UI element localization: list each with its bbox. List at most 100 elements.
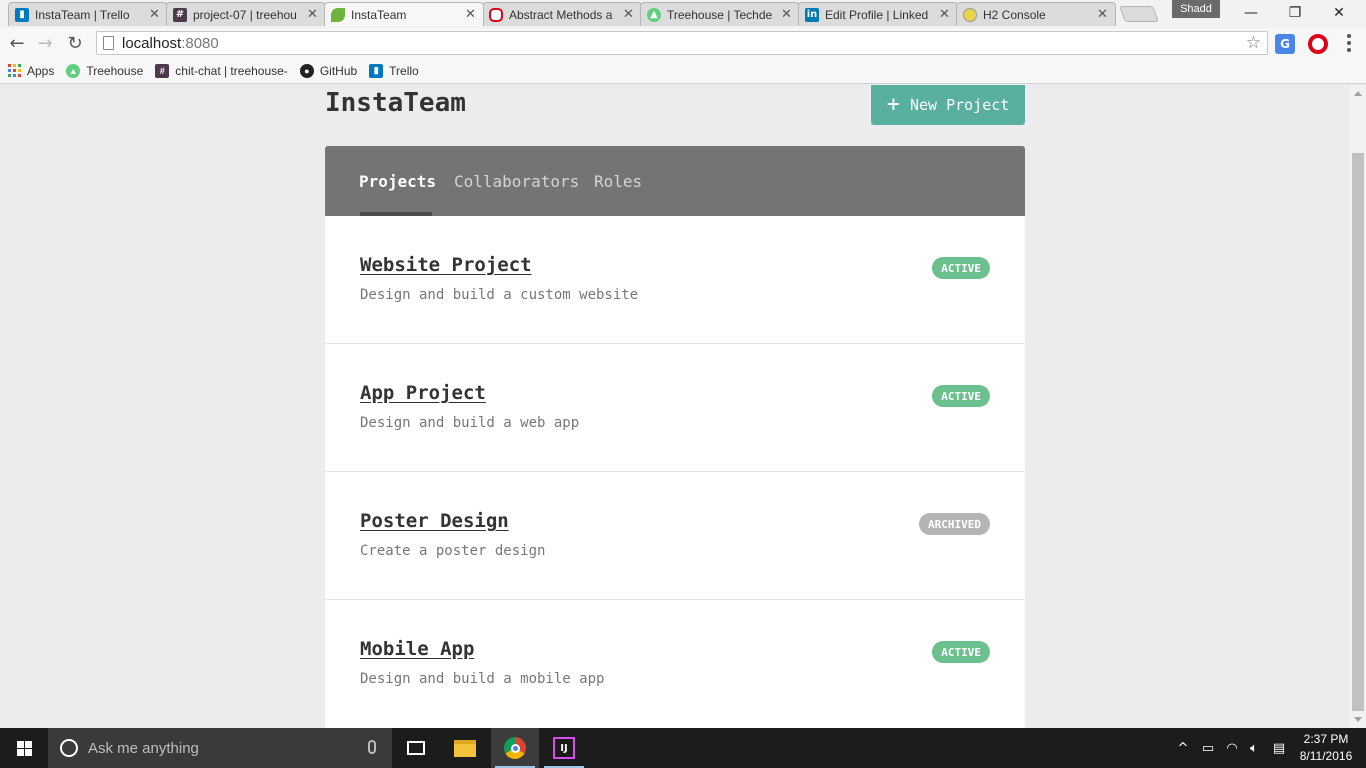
close-icon[interactable]: ✕ [307, 7, 319, 22]
projects-card: Projects Collaborators Roles Website Pro… [325, 146, 1025, 728]
start-button[interactable] [0, 728, 48, 768]
minimize-icon[interactable]: — [1228, 0, 1274, 26]
bookmark-label: chit-chat | treehouse- [175, 63, 288, 78]
trello-icon: ▮ [15, 7, 29, 22]
bookmark-label: Apps [27, 63, 55, 78]
status-badge: ARCHIVED [919, 513, 990, 535]
page-viewport: InstaTeam + New Project Projects Collabo… [0, 85, 1350, 728]
oracle-icon [489, 7, 503, 22]
bookmark-label: Trello [389, 63, 419, 78]
browser-tab[interactable]: in Edit Profile | Linked ✕ [798, 2, 958, 26]
volume-icon[interactable]: 🔈︎ [1244, 728, 1264, 768]
tab-collaborators[interactable]: Collaborators [454, 172, 579, 191]
project-row: Poster Design Create a poster design ARC… [325, 472, 1025, 600]
browser-tabstrip: ▮ InstaTeam | Trello ✕ # project-07 | tr… [0, 0, 1366, 28]
new-project-label: New Project [909, 96, 1010, 114]
bookmark-github[interactable]: ● GitHub [299, 63, 357, 78]
tab-projects[interactable]: Projects [359, 172, 436, 191]
app-brand[interactable]: InstaTeam [325, 88, 466, 118]
apps-grid-icon [8, 64, 21, 77]
github-icon: ● [299, 63, 314, 78]
project-description: Create a poster design [360, 543, 546, 559]
google-translate-icon[interactable]: G [1275, 34, 1295, 54]
chrome-icon[interactable] [491, 728, 539, 768]
bookmark-treehouse[interactable]: ▲ Treehouse [66, 63, 144, 78]
status-badge: ACTIVE [932, 257, 990, 279]
scroll-down-icon[interactable] [1354, 717, 1362, 722]
close-icon[interactable]: ✕ [465, 7, 477, 22]
taskbar-clock[interactable]: 2:37 PM 8/11/2016 [1296, 731, 1356, 765]
close-icon[interactable]: ✕ [939, 7, 951, 22]
browser-tab-active[interactable]: InstaTeam ✕ [324, 2, 484, 26]
scroll-up-icon[interactable] [1354, 91, 1362, 96]
task-view-icon[interactable] [392, 728, 440, 768]
project-name-link[interactable]: Mobile App [360, 638, 474, 660]
browser-tab[interactable]: Abstract Methods a ✕ [482, 2, 642, 26]
tab-title: Edit Profile | Linked [825, 7, 929, 22]
page-scrollbar[interactable] [1350, 85, 1366, 728]
bookmark-chit-chat[interactable]: # chit-chat | treehouse- [155, 63, 288, 78]
browser-tab[interactable]: # project-07 | treehou ✕ [166, 2, 326, 26]
browser-toolbar: ← → ↻ localhost :8080 ☆ G [0, 28, 1366, 58]
windows-taskbar: Ask me anything IJ ^ ▭ ◠ 🔈︎ 2:37 PM 8/11… [0, 728, 1366, 768]
close-icon[interactable]: ✕ [781, 7, 793, 22]
project-row: Website Project Design and build a custo… [325, 216, 1025, 344]
close-window-icon[interactable]: ✕ [1316, 0, 1362, 26]
tab-roles[interactable]: Roles [594, 172, 642, 191]
project-name-link[interactable]: Poster Design [360, 510, 509, 532]
bookmarks-bar: Apps ▲ Treehouse # chit-chat | treehouse… [0, 58, 1366, 84]
restore-icon[interactable]: ❐ [1272, 0, 1318, 26]
page-icon [103, 36, 114, 50]
close-icon[interactable]: ✕ [149, 7, 161, 22]
plus-icon: + [886, 92, 900, 117]
status-badge: ACTIVE [932, 385, 990, 407]
microphone-icon[interactable] [368, 740, 376, 754]
forward-arrow-icon[interactable]: → [34, 32, 56, 54]
nav-tabs: Projects Collaborators Roles [325, 146, 1025, 216]
project-name-link[interactable]: Website Project [360, 254, 532, 276]
wifi-icon[interactable]: ◠ [1222, 728, 1242, 768]
search-placeholder: Ask me anything [88, 739, 199, 757]
spring-leaf-icon [331, 7, 345, 22]
back-arrow-icon[interactable]: ← [6, 32, 28, 54]
treehouse-icon: ▲ [66, 63, 81, 78]
taskbar-search[interactable]: Ask me anything [48, 728, 392, 768]
tab-title: InstaTeam [351, 7, 407, 22]
clock-date: 8/11/2016 [1299, 749, 1353, 763]
new-tab-button[interactable] [1119, 6, 1159, 22]
close-icon[interactable]: ✕ [1097, 7, 1109, 22]
project-description: Design and build a custom website [360, 287, 639, 303]
tray-chevron-icon[interactable]: ^ [1174, 728, 1192, 768]
windows-logo-icon [16, 740, 32, 756]
new-project-button[interactable]: + New Project [871, 85, 1025, 125]
tab-title: H2 Console [983, 7, 1046, 22]
browser-tab[interactable]: H2 Console ✕ [956, 2, 1116, 26]
tab-title: Treehouse | Techde [667, 7, 773, 22]
bookmark-star-icon[interactable]: ☆ [1246, 33, 1261, 53]
project-name-link[interactable]: App Project [360, 382, 486, 404]
tab-title: Abstract Methods a [509, 7, 613, 22]
tab-title: InstaTeam | Trello [35, 7, 130, 22]
project-row: Mobile App Design and build a mobile app… [325, 600, 1025, 728]
file-explorer-icon[interactable] [441, 728, 489, 768]
address-bar[interactable]: localhost :8080 ☆ [96, 31, 1268, 55]
cortana-icon [60, 739, 78, 757]
menu-icon[interactable] [1340, 32, 1358, 54]
bookmark-apps[interactable]: Apps [8, 64, 54, 78]
close-icon[interactable]: ✕ [623, 7, 635, 22]
bookmark-label: Treehouse [86, 63, 144, 78]
battery-icon[interactable]: ▭ [1198, 728, 1218, 768]
status-badge: ACTIVE [932, 641, 990, 663]
scrollbar-thumb[interactable] [1352, 153, 1364, 711]
notifications-icon[interactable]: ▤ [1268, 728, 1290, 768]
browser-tab[interactable]: ▮ InstaTeam | Trello ✕ [8, 2, 168, 26]
profile-button[interactable]: Shadd [1172, 0, 1220, 18]
opera-icon[interactable] [1308, 34, 1328, 54]
reload-icon[interactable]: ↻ [64, 32, 86, 54]
intellij-icon[interactable]: IJ [540, 728, 588, 768]
trello-icon: ▮ [369, 63, 384, 78]
browser-tab[interactable]: ▲ Treehouse | Techde ✕ [640, 2, 800, 26]
url-port: :8080 [181, 34, 219, 52]
tab-title: project-07 | treehou [193, 7, 297, 22]
bookmark-trello[interactable]: ▮ Trello [369, 63, 419, 78]
